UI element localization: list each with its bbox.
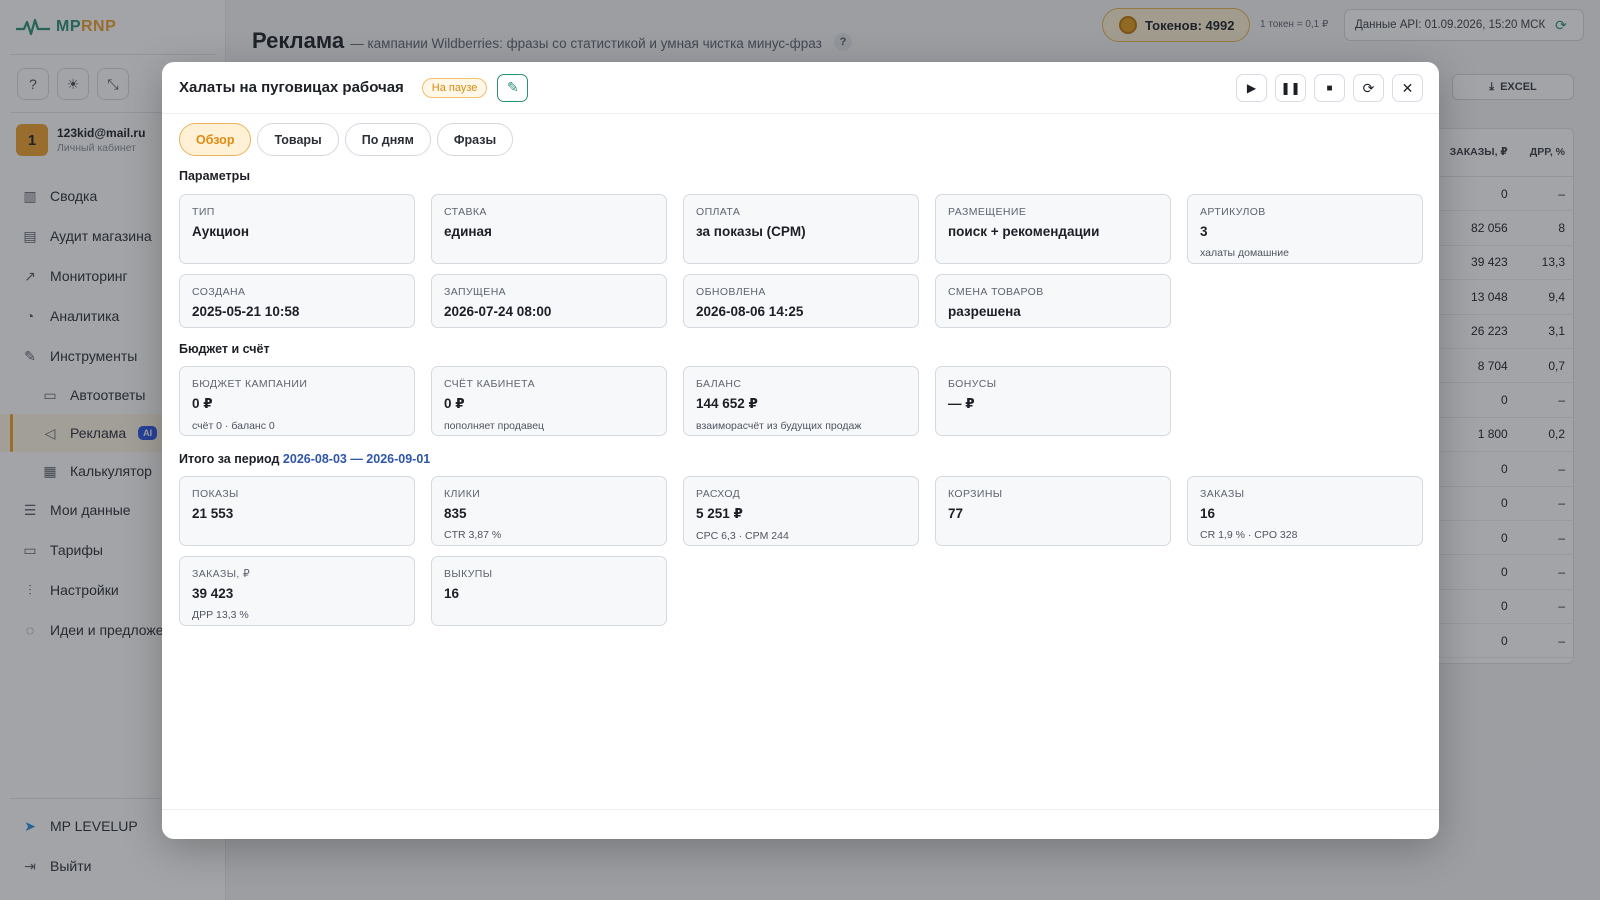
- stop-icon: ■: [1326, 82, 1333, 94]
- stat-card: Тип Аукцион: [179, 194, 415, 264]
- stat-card-label: Смена товаров: [948, 286, 1044, 298]
- stat-card-label: Оплата: [696, 206, 741, 218]
- stat-card-value: 21 553: [192, 506, 234, 521]
- stat-card: Выкупы 16: [431, 556, 667, 626]
- stat-card-label: Бюджет кампании: [192, 378, 308, 390]
- stat-card: Артикулов 3 халаты домашние: [1187, 194, 1423, 264]
- stat-card-label: Заказы: [1200, 488, 1245, 500]
- stat-card-subtext: халаты домашние: [1200, 247, 1289, 259]
- pause-icon: ❚❚: [1280, 81, 1301, 95]
- stat-card-subtext: ДРР 13,3 %: [192, 609, 249, 621]
- stat-card: Корзины 77: [935, 476, 1171, 546]
- stat-card-value: 3: [1200, 224, 1208, 239]
- stat-card-value: единая: [444, 224, 492, 239]
- stat-card-label: Показы: [192, 488, 239, 500]
- start-button[interactable]: ▶: [1236, 74, 1267, 102]
- stat-card: Размещение поиск + рекомендации: [935, 194, 1171, 264]
- stat-card-label: Расход: [696, 488, 741, 500]
- stat-card-value: 0 ₽: [444, 396, 465, 411]
- tab-by-days[interactable]: По дням: [344, 123, 431, 156]
- stat-card-label: Баланс: [696, 378, 742, 390]
- stat-card-label: Создана: [192, 286, 246, 298]
- stat-card-label: Клики: [444, 488, 481, 500]
- stat-card-label: Размещение: [948, 206, 1027, 218]
- stat-card: Создана 2025-05-21 10:58: [179, 274, 415, 328]
- stat-card-label: Ставка: [444, 206, 487, 218]
- stat-card-value: разрешена: [948, 304, 1021, 319]
- stat-card-subtext: счёт 0 · баланс 0: [192, 420, 275, 432]
- period-prefix: Итого за период: [179, 452, 280, 466]
- modal-footer-divider: [162, 809, 1439, 810]
- stat-card-subtext: CR 1,9 % · CPO 328: [1200, 529, 1298, 541]
- stat-card-subtext: взаиморасчёт из будущих продаж: [696, 420, 862, 432]
- play-icon: ▶: [1246, 81, 1257, 95]
- status-badge: На паузе: [421, 77, 488, 98]
- stat-card-value: 2025-05-21 10:58: [192, 304, 300, 319]
- stat-card-label: Обновлена: [696, 286, 766, 298]
- stat-card: Показы 21 553: [179, 476, 415, 546]
- stat-card: Смена товаров разрешена: [935, 274, 1171, 328]
- stat-card: Заказы, ₽ 39 423 ДРР 13,3 %: [179, 556, 415, 626]
- stat-card: Расход 5 251 ₽ CPC 6,3 · CPM 244: [683, 476, 919, 546]
- stat-card-label: Запущена: [444, 286, 507, 298]
- stat-card-value: 0 ₽: [192, 396, 213, 411]
- stat-card-value: 144 652 ₽: [696, 396, 758, 411]
- campaign-modal: Халаты на пуговицах рабочая На паузе ✎ ▶…: [162, 62, 1439, 839]
- stat-card-label: Тип: [192, 206, 215, 218]
- stat-card-value: 5 251 ₽: [696, 506, 743, 521]
- stat-card-value: — ₽: [948, 396, 975, 411]
- stat-card-label: Бонусы: [948, 378, 997, 390]
- close-button[interactable]: ✕: [1392, 74, 1423, 102]
- modal-tabs: Обзор Товары По дням Фразы: [179, 123, 514, 156]
- pause-button[interactable]: ❚❚: [1275, 74, 1306, 102]
- stat-card-value: Аукцион: [192, 224, 250, 239]
- stat-card: Обновлена 2026-08-06 14:25: [683, 274, 919, 328]
- section-period-title: Итого за период 2026-08-03 — 2026-09-01: [179, 452, 430, 466]
- pencil-icon: ✎: [507, 79, 519, 95]
- tab-products[interactable]: Товары: [257, 123, 339, 156]
- stat-card-value: поиск + рекомендации: [948, 224, 1100, 239]
- stat-card: Баланс 144 652 ₽ взаиморасчёт из будущих п…: [683, 366, 919, 436]
- stat-card: Запущена 2026-07-24 08:00: [431, 274, 667, 328]
- stat-card-value: 835: [444, 506, 467, 521]
- stat-card-label: Артикулов: [1200, 206, 1266, 218]
- refresh-icon: ⟳: [1362, 79, 1375, 96]
- stat-card: Оплата за показы (CPM): [683, 194, 919, 264]
- stat-card: Ставка единая: [431, 194, 667, 264]
- section-params-title: Параметры: [179, 169, 250, 183]
- stat-card: Бонусы — ₽: [935, 366, 1171, 436]
- stat-card-value: 39 423: [192, 586, 234, 601]
- refresh-button[interactable]: ⟳: [1353, 74, 1384, 102]
- stat-card-value: 16: [1200, 506, 1216, 521]
- stat-card: Заказы 16 CR 1,9 % · CPO 328: [1187, 476, 1423, 546]
- campaign-actions: ▶ ❚❚ ■ ⟳ ✕: [1236, 74, 1423, 102]
- tab-overview[interactable]: Обзор: [179, 123, 252, 156]
- stop-button[interactable]: ■: [1314, 74, 1345, 102]
- stat-card-value: 2026-07-24 08:00: [444, 304, 552, 319]
- stat-card-value: 77: [948, 506, 964, 521]
- modal-header: Халаты на пуговицах рабочая На паузе ✎ ▶…: [162, 62, 1439, 114]
- stat-card-value: 16: [444, 586, 460, 601]
- section-budget-title: Бюджет и счёт: [179, 342, 270, 356]
- stat-card-label: Счёт кабинета: [444, 378, 535, 390]
- stat-card: Бюджет кампании 0 ₽ счёт 0 · баланс 0: [179, 366, 415, 436]
- campaign-title: Халаты на пуговицах рабочая: [179, 79, 404, 96]
- stat-card-subtext: пополняет продавец: [444, 420, 545, 432]
- stat-card-subtext: CPC 6,3 · CPM 244: [696, 530, 789, 542]
- edit-button[interactable]: ✎: [497, 73, 529, 102]
- tab-phrases[interactable]: Фразы: [436, 123, 514, 156]
- stat-card-subtext: CTR 3,87 %: [444, 529, 502, 541]
- stat-card-label: Выкупы: [444, 568, 493, 580]
- stat-card-value: 2026-08-06 14:25: [696, 304, 804, 319]
- stat-card-label: Корзины: [948, 488, 1003, 500]
- period-range[interactable]: 2026-08-03 — 2026-09-01: [283, 452, 430, 466]
- stat-card-label: Заказы, ₽: [192, 568, 251, 580]
- stat-card-value: за показы (CPM): [696, 224, 806, 239]
- stat-card: Счёт кабинета 0 ₽ пополняет продавец: [431, 366, 667, 436]
- close-icon: ✕: [1401, 79, 1414, 96]
- stat-card: Клики 835 CTR 3,87 %: [431, 476, 667, 546]
